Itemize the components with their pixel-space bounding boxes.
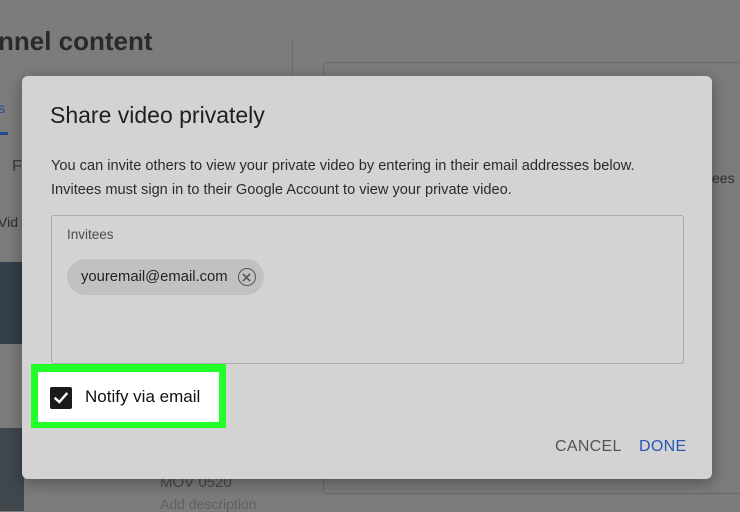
cancel-button[interactable]: CANCEL bbox=[555, 438, 622, 456]
done-button[interactable]: DONE bbox=[639, 438, 686, 456]
invitee-chip[interactable]: youremail@email.com bbox=[67, 259, 264, 295]
invitees-field[interactable]: Invitees youremail@email.com bbox=[51, 215, 684, 364]
description-line: You can invite others to view your priva… bbox=[51, 158, 635, 174]
page-title: nnel content bbox=[0, 26, 153, 56]
column-header-fragment: Vid bbox=[0, 214, 18, 230]
video-thumbnail bbox=[0, 428, 24, 511]
right-panel-fragment: ees bbox=[712, 170, 735, 186]
notify-checkbox[interactable] bbox=[50, 387, 72, 409]
notify-label[interactable]: Notify via email bbox=[85, 387, 200, 407]
description-line: Invitees must sign in to their Google Ac… bbox=[51, 182, 512, 198]
dialog-title: Share video privately bbox=[50, 102, 265, 128]
video-description: Add description bbox=[160, 496, 257, 512]
tab-underline bbox=[0, 132, 8, 135]
filter-fragment: F bbox=[12, 158, 22, 175]
divider bbox=[292, 40, 293, 80]
invitees-label: Invitees bbox=[67, 227, 114, 242]
video-thumbnail bbox=[0, 262, 24, 344]
checkmark-icon bbox=[53, 392, 69, 404]
close-circle-icon[interactable] bbox=[237, 268, 256, 286]
dialog-description: You can invite others to view your priva… bbox=[51, 154, 691, 202]
invitee-email: youremail@email.com bbox=[81, 269, 228, 285]
tab-fragment: s bbox=[0, 100, 5, 116]
